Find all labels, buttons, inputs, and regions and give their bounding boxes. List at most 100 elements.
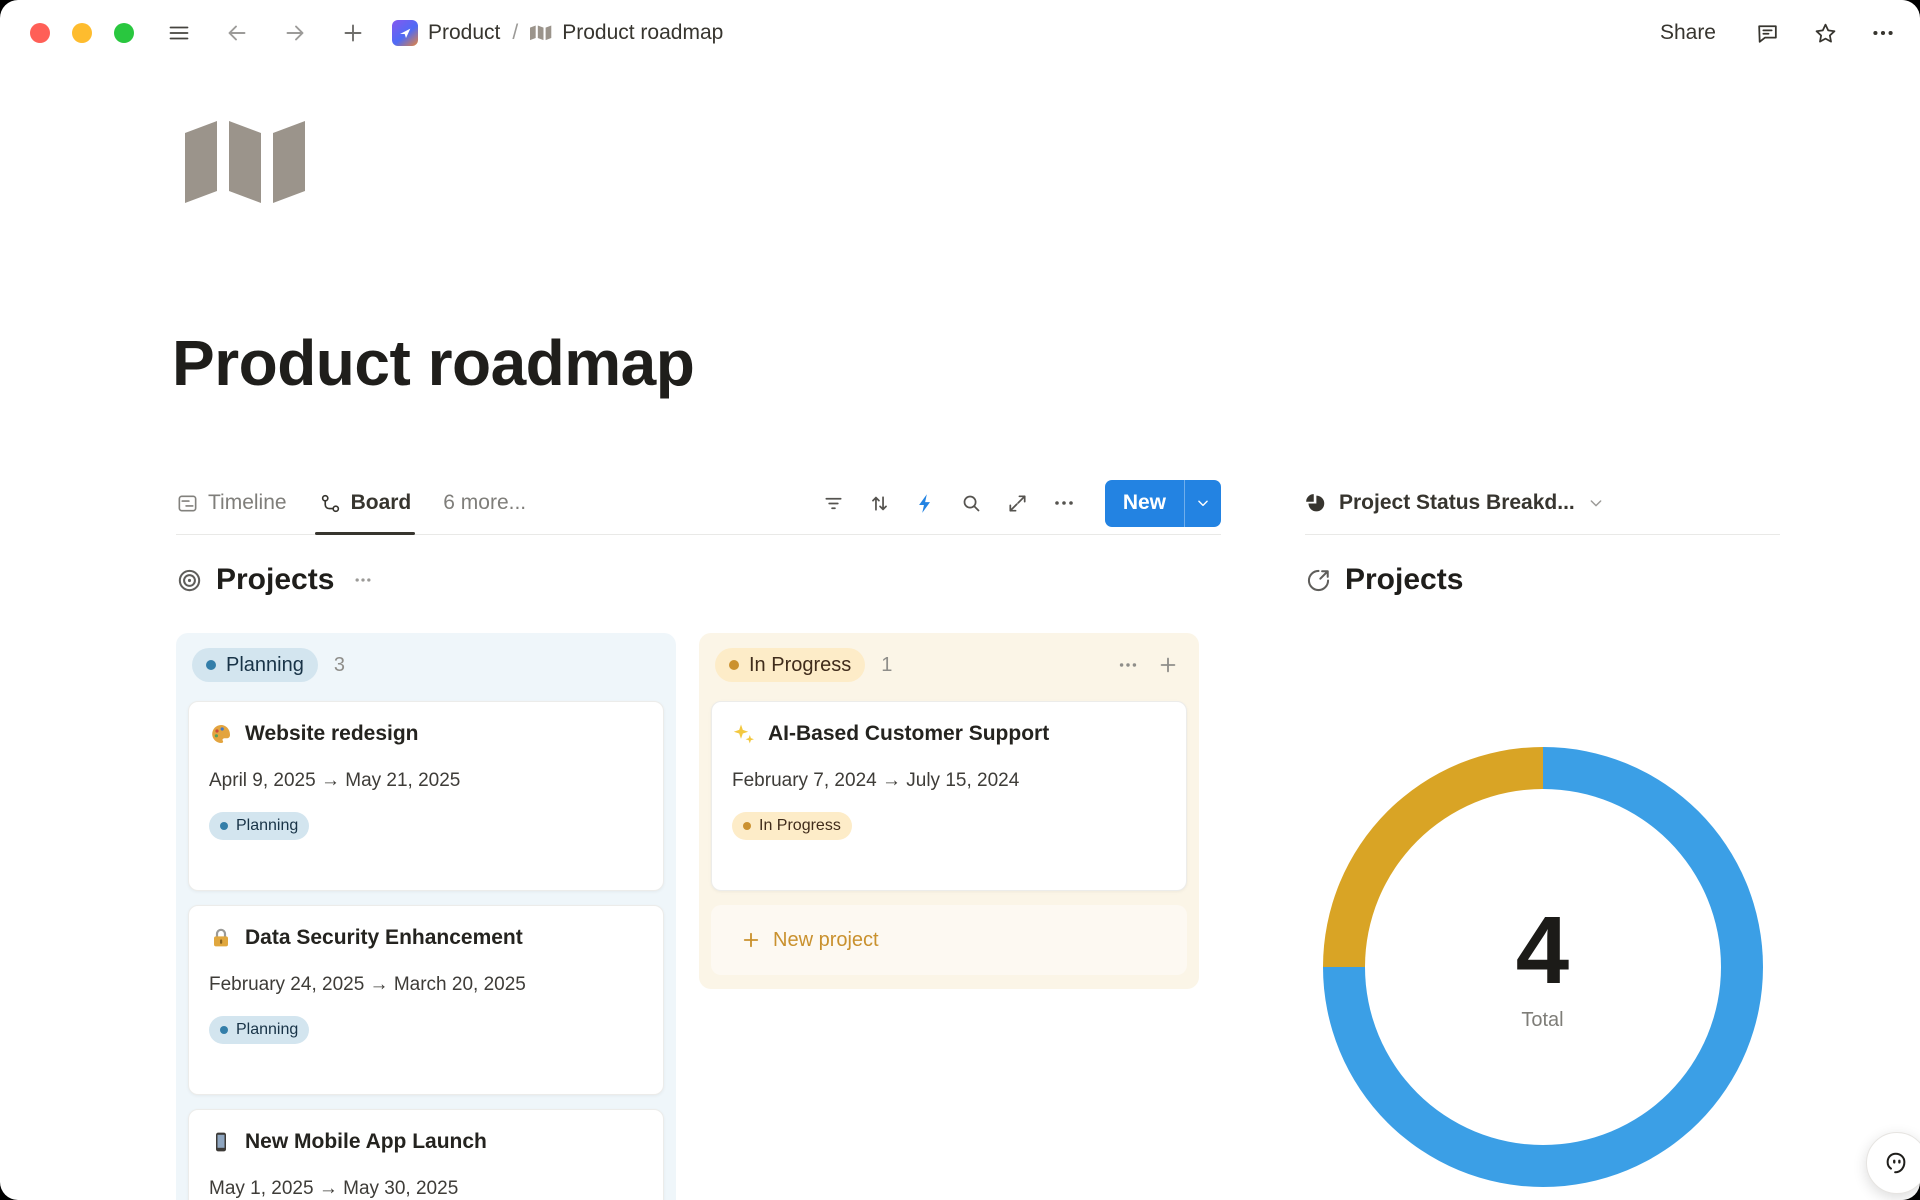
pie-chart-icon	[1305, 493, 1326, 514]
map-page-icon-small	[530, 24, 552, 42]
favorite-button[interactable]	[1808, 16, 1842, 50]
group-menu-button[interactable]	[1113, 650, 1143, 680]
group-count: 3	[334, 654, 345, 677]
chart-view-label: Project Status Breakd...	[1339, 491, 1575, 515]
timeline-view-icon	[176, 492, 199, 515]
search-button[interactable]	[955, 486, 989, 520]
sparkles-icon	[732, 722, 756, 746]
card-title: New Mobile App Launch	[245, 1130, 487, 1154]
board-heading-menu-button[interactable]	[353, 570, 373, 590]
window-minimize-button[interactable]	[72, 23, 92, 43]
chart-view-selector[interactable]: Project Status Breakd...	[1305, 472, 1780, 535]
star-icon	[1813, 21, 1838, 46]
chart-section: Project Status Breakd... Projects 4 Tota…	[1305, 472, 1780, 1187]
group-badge-planning[interactable]: Planning	[192, 648, 318, 682]
donut-center: 4 Total	[1323, 747, 1763, 1187]
new-button-dropdown[interactable]	[1185, 480, 1221, 527]
ellipsis-icon	[1052, 491, 1076, 515]
column-header: Planning 3	[188, 643, 664, 687]
group-count: 1	[881, 654, 892, 677]
window-close-button[interactable]	[30, 23, 50, 43]
launch-arrow-icon	[397, 25, 413, 41]
status-dot	[220, 822, 228, 830]
ellipsis-icon	[1870, 20, 1896, 46]
card-status-badge: Planning	[209, 812, 309, 840]
expand-arrows-icon	[1006, 492, 1029, 515]
window-zoom-button[interactable]	[114, 23, 134, 43]
teamspace-icon[interactable]	[392, 20, 418, 46]
filter-icon	[822, 492, 845, 515]
forward-arrow-icon	[283, 21, 307, 45]
page-icon-map[interactable]	[185, 118, 309, 208]
ai-assistant-button[interactable]	[1866, 1132, 1920, 1194]
board-view-icon	[319, 492, 342, 515]
expand-button[interactable]	[1001, 486, 1035, 520]
chevron-down-icon	[1588, 495, 1604, 511]
tab-board[interactable]: Board	[319, 472, 412, 534]
search-icon	[960, 492, 983, 515]
breadcrumb-page[interactable]: Product roadmap	[562, 21, 723, 45]
status-dot	[729, 660, 739, 670]
card-status-badge: Planning	[209, 1016, 309, 1044]
project-card-ai-support[interactable]: AI-Based Customer Support February 7, 20…	[711, 701, 1187, 891]
project-card-mobile-app[interactable]: New Mobile App Launch May 1, 2025 → May …	[188, 1109, 664, 1200]
plus-icon	[341, 21, 365, 45]
more-views-button[interactable]: 6 more...	[443, 491, 526, 515]
tab-timeline[interactable]: Timeline	[176, 472, 287, 534]
board-section: Timeline Board 6 more...	[176, 472, 1221, 1200]
tab-label: Board	[351, 491, 412, 515]
card-dates: May 1, 2025 → May 30, 2025	[209, 1178, 643, 1200]
column-in-progress: In Progress 1 AI-Bas	[699, 633, 1199, 989]
tab-label: Timeline	[208, 491, 287, 515]
app-window: Product / Product roadmap Share Product …	[0, 0, 1920, 1200]
chart-heading-title: Projects	[1345, 563, 1463, 597]
donut-total-label: Total	[1521, 1009, 1563, 1032]
new-page-button[interactable]	[336, 16, 370, 50]
group-name: Planning	[226, 654, 304, 677]
chart-arrow-icon	[1305, 567, 1332, 594]
card-title: Website redesign	[245, 722, 419, 746]
view-toolbar: Timeline Board 6 more...	[176, 472, 1221, 535]
more-options-button[interactable]	[1866, 16, 1900, 50]
filter-button[interactable]	[817, 486, 851, 520]
group-add-button[interactable]	[1153, 650, 1183, 680]
card-title: AI-Based Customer Support	[768, 722, 1049, 746]
share-button[interactable]: Share	[1650, 15, 1726, 51]
palette-icon	[209, 722, 233, 746]
forward-button[interactable]	[278, 16, 312, 50]
hamburger-icon	[167, 21, 191, 45]
donut-chart: 4 Total	[1323, 747, 1763, 1187]
map-icon	[185, 118, 309, 208]
comments-button[interactable]	[1750, 16, 1784, 50]
new-project-label: New project	[773, 929, 879, 952]
comment-bubble-icon	[1755, 21, 1780, 46]
sort-button[interactable]	[863, 486, 897, 520]
group-badge-in-progress[interactable]: In Progress	[715, 648, 865, 682]
view-options-button[interactable]	[1047, 486, 1081, 520]
status-dot	[220, 1026, 228, 1034]
back-arrow-icon	[225, 21, 249, 45]
breadcrumb-team[interactable]: Product	[428, 21, 500, 45]
automations-button[interactable]	[909, 486, 943, 520]
project-card-data-security[interactable]: Data Security Enhancement February 24, 2…	[188, 905, 664, 1095]
plus-icon	[1157, 654, 1179, 676]
mobile-phone-icon	[209, 1130, 233, 1154]
lock-icon	[209, 926, 233, 950]
new-button[interactable]: New	[1105, 480, 1221, 527]
page-title: Product roadmap	[172, 326, 694, 400]
ellipsis-icon	[1117, 654, 1139, 676]
breadcrumb: Product / Product roadmap	[392, 20, 723, 46]
target-icon	[176, 567, 203, 594]
chart-heading: Projects	[1305, 563, 1780, 597]
board-columns: Planning 3 Website redesign April 9, 202…	[176, 633, 1221, 1200]
status-dot	[206, 660, 216, 670]
new-project-button[interactable]: New project	[711, 905, 1187, 975]
chevron-down-icon	[1196, 496, 1210, 510]
card-dates: February 24, 2025 → March 20, 2025	[209, 974, 643, 996]
sidebar-menu-button[interactable]	[162, 16, 196, 50]
card-title: Data Security Enhancement	[245, 926, 523, 950]
project-card-website-redesign[interactable]: Website redesign April 9, 2025 → May 21,…	[188, 701, 664, 891]
board-heading: Projects	[176, 563, 1221, 597]
back-button[interactable]	[220, 16, 254, 50]
new-button-label[interactable]: New	[1105, 480, 1184, 527]
